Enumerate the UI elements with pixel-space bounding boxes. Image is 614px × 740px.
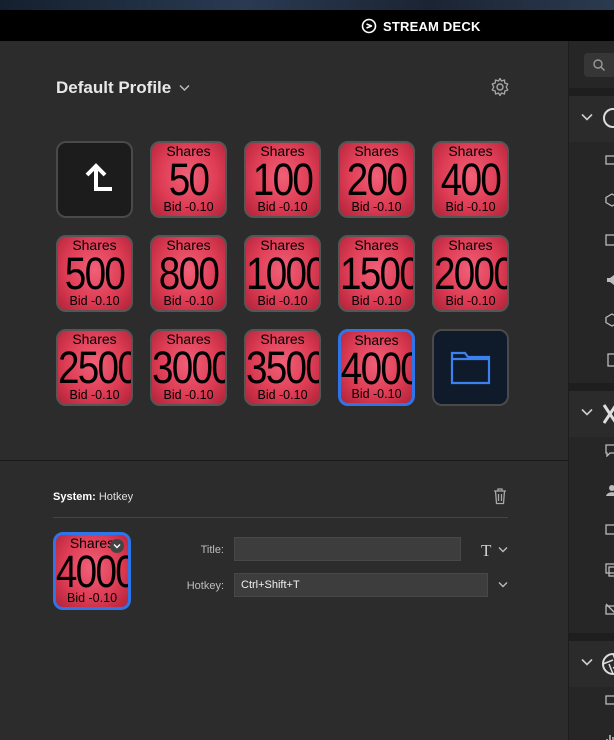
key-share-count: 3000 <box>151 342 227 393</box>
folder-icon <box>450 351 491 385</box>
hotkey-label: Hotkey: <box>186 580 224 592</box>
chevron-down-icon[interactable] <box>498 581 508 589</box>
preview-bottom-text: Bid -0.10 <box>66 591 118 605</box>
key-share-count: 3500 <box>245 342 321 393</box>
key-preview[interactable]: Shares 4000 Bid -0.10 <box>53 532 131 610</box>
key-share-count: 2000 <box>433 248 509 299</box>
action-label: System: Hotkey <box>53 491 133 503</box>
shares-key[interactable]: Shares 3000 Bid -0.10 <box>150 329 227 406</box>
user-action-icon[interactable] <box>605 483 614 497</box>
key-bottom-text: Bid -0.10 <box>445 294 496 308</box>
key-bottom-text: Bid -0.10 <box>257 200 308 214</box>
shares-key[interactable]: Shares 1500 Bid -0.10 <box>338 235 415 312</box>
window-action-icon[interactable] <box>605 233 614 247</box>
desktop-wallpaper-strip <box>0 0 614 10</box>
hexagon-action-icon[interactable] <box>605 193 614 207</box>
inspector-separator <box>53 517 508 518</box>
profile-name: Default Profile <box>56 78 172 97</box>
key-bottom-text: Bid -0.10 <box>445 200 496 214</box>
hotkey-action-icon[interactable] <box>605 153 614 167</box>
key-share-count: 500 <box>64 248 126 299</box>
shares-key[interactable]: Shares 400 Bid -0.10 <box>432 141 509 218</box>
stream-deck-logo-icon <box>361 18 377 34</box>
title-format-button[interactable]: T <box>481 541 491 561</box>
back-arrow-icon <box>85 163 112 191</box>
key-share-count: 200 <box>346 154 408 205</box>
folder-key[interactable] <box>432 329 509 406</box>
sidebar-category-row[interactable] <box>569 391 614 437</box>
key-bottom-text: Bid -0.10 <box>69 388 120 402</box>
profile-selector[interactable]: Default Profile <box>56 78 190 98</box>
key-share-count: 400 <box>440 154 502 205</box>
shares-key[interactable]: Shares 1000 Bid -0.10 <box>244 235 321 312</box>
title-label: Title: <box>200 544 224 556</box>
chevron-down-icon[interactable] <box>498 546 508 554</box>
shares-key[interactable]: Shares 500 Bid -0.10 <box>56 235 133 312</box>
key-bottom-text: Bid -0.10 <box>351 294 402 308</box>
key-share-count: 1000 <box>245 248 321 299</box>
title-input[interactable] <box>234 537 461 561</box>
website-action-icon[interactable] <box>605 313 614 327</box>
shares-key[interactable]: Shares 2500 Bid -0.10 <box>56 329 133 406</box>
key-bottom-text: Bid -0.10 <box>351 387 402 401</box>
key-bottom-text: Bid -0.10 <box>163 388 214 402</box>
stream-deck-category-icon <box>603 108 614 128</box>
capture-action-icon[interactable] <box>605 693 614 707</box>
brand-name: STREAM DECK <box>383 18 481 34</box>
sidebar-category-row[interactable] <box>569 641 614 687</box>
action-category: System: <box>53 491 96 503</box>
actions-sidebar <box>568 41 614 740</box>
preview-options-button[interactable] <box>110 539 124 553</box>
brand-logo: STREAM DECK <box>361 16 481 36</box>
key-share-count: 800 <box>158 248 220 299</box>
preview-number: 4000 <box>55 546 131 597</box>
key-share-count: 4000 <box>340 343 415 394</box>
search-icon <box>593 59 605 71</box>
shares-key[interactable]: Shares 4000 Bid -0.10 <box>338 329 415 406</box>
shares-key[interactable]: Shares 2000 Bid -0.10 <box>432 235 509 312</box>
key-bottom-text: Bid -0.10 <box>69 294 120 308</box>
title-bar: STREAM DECK <box>0 10 614 41</box>
key-share-count: 1500 <box>339 248 415 299</box>
sidebar-band <box>569 88 614 96</box>
key-bottom-text: Bid -0.10 <box>257 294 308 308</box>
chat-action-icon[interactable] <box>605 523 614 537</box>
sidebar-band <box>569 633 614 641</box>
key-bottom-text: Bid -0.10 <box>163 200 214 214</box>
message-action-icon[interactable] <box>605 443 614 457</box>
multimedia-action-icon[interactable] <box>605 353 614 367</box>
shares-key[interactable]: Shares 3500 Bid -0.10 <box>244 329 321 406</box>
sound-action-icon[interactable] <box>605 273 614 287</box>
chevron-down-icon <box>113 544 121 549</box>
chevron-down-icon <box>581 658 593 666</box>
key-share-count: 2500 <box>57 342 133 393</box>
chevron-down-icon <box>581 113 593 121</box>
hotkey-field[interactable]: Ctrl+Shift+T <box>234 573 488 597</box>
system-category-icon <box>603 404 614 424</box>
shares-key[interactable]: Shares 200 Bid -0.10 <box>338 141 415 218</box>
action-search[interactable] <box>584 53 614 77</box>
action-name: Hotkey <box>98 491 134 503</box>
gear-icon[interactable] <box>490 77 510 97</box>
sidebar-band <box>569 383 614 391</box>
shares-key[interactable]: Shares 800 Bid -0.10 <box>150 235 227 312</box>
back-key[interactable] <box>56 141 133 218</box>
shares-key[interactable]: Shares 100 Bid -0.10 <box>244 141 321 218</box>
disabled-action-icon[interactable] <box>605 603 614 617</box>
shares-key[interactable]: Shares 50 Bid -0.10 <box>150 141 227 218</box>
sidebar-category-row[interactable] <box>569 96 614 142</box>
chevron-down-icon <box>179 84 190 92</box>
key-share-count: 50 <box>168 154 210 205</box>
copy-action-icon[interactable] <box>605 563 614 577</box>
levels-action-icon[interactable] <box>605 731 614 740</box>
key-bottom-text: Bid -0.10 <box>163 294 214 308</box>
aperture-category-icon <box>602 653 614 675</box>
property-inspector: System: Hotkey Shares 4000 Bid -0.10 Tit… <box>0 461 568 740</box>
key-share-count: 100 <box>252 154 314 205</box>
chevron-down-icon <box>581 408 593 416</box>
canvas-area: Default Profile Shares 50 Bid -0.10 Shares 1… <box>0 41 568 460</box>
key-bottom-text: Bid -0.10 <box>351 200 402 214</box>
trash-icon[interactable] <box>492 487 508 505</box>
key-bottom-text: Bid -0.10 <box>257 388 308 402</box>
